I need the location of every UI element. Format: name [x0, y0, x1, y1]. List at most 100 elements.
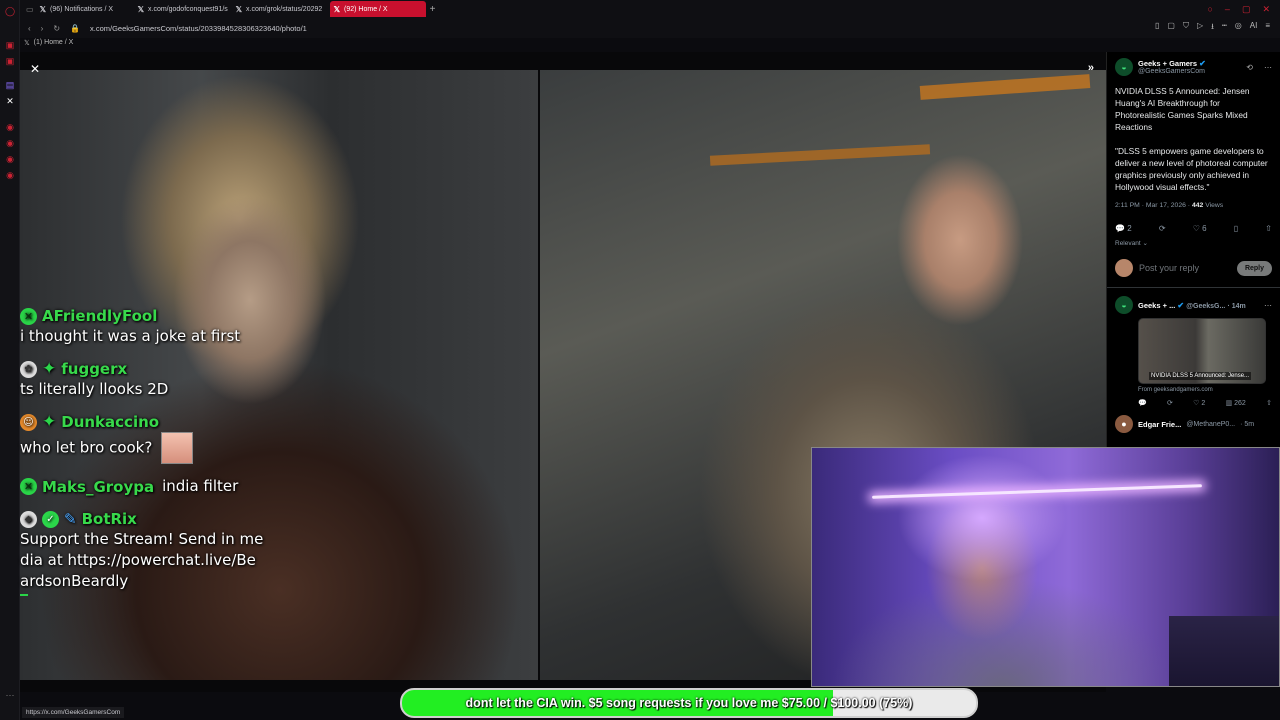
chat-message: ✕ Maks_Groypa india filter: [20, 476, 290, 497]
author-name[interactable]: Geeks + Gamers ✔: [1138, 59, 1206, 68]
retweet-icon[interactable]: ⟳: [1167, 399, 1173, 407]
sidebar-app-icon[interactable]: ◉: [5, 122, 15, 132]
search-icon[interactable]: ○: [1207, 4, 1212, 15]
close-badge-icon: ✕: [20, 478, 37, 495]
author-name[interactable]: Edgar Frie...: [1138, 420, 1181, 429]
reply-tweet-header: ◒ Geeks + ... ✔ @GeeksG... · 14m ⋯: [1115, 296, 1272, 314]
card-caption: NVIDIA DLSS 5 Announced: Jense...: [1149, 372, 1252, 380]
opera-logo-icon[interactable]: ◯: [5, 6, 15, 16]
avatar[interactable]: ●: [1115, 415, 1133, 433]
wrench-badge-icon: ✎: [64, 510, 77, 528]
donation-text: dont let the CIA win. $5 song requests i…: [465, 696, 913, 710]
tweet-actions: 💬 2 ⟳ ♡ 6 ▯ ⇧: [1115, 224, 1272, 233]
chat-username: ✕ Maks_Groypa: [20, 477, 154, 497]
forward-icon[interactable]: ›: [41, 24, 44, 33]
reply-icon[interactable]: 💬: [1138, 399, 1147, 407]
download-icon[interactable]: ⭳: [1211, 21, 1214, 35]
address-bar: ‹ › ↻ 🔒 x.com/GeeksGamersCom/status/2033…: [20, 18, 1280, 38]
reply-action[interactable]: 💬 2: [1115, 224, 1132, 233]
maximize-button[interactable]: ▢: [1242, 4, 1251, 15]
sort-relevant[interactable]: Relevant ⌄: [1115, 239, 1272, 247]
tab-home[interactable]: 𝕏 (92) Home / X: [329, 1, 426, 17]
expand-icon[interactable]: »: [1088, 62, 1094, 74]
tab-godofconquest[interactable]: 𝕏x.com/godofconquest91/s: [134, 1, 230, 17]
grok-icon[interactable]: ⟲: [1246, 63, 1253, 72]
username: Dunkaccino: [61, 413, 160, 431]
x-icon[interactable]: ✕: [5, 96, 15, 106]
back-icon[interactable]: ‹: [28, 24, 31, 33]
author-name[interactable]: Geeks + ... ✔ @GeeksG... · 14m: [1138, 301, 1246, 310]
browser-sidebar: ◯ ▣ ▣ ▤ ✕ ◉ ◉ ◉ ◉ ⋯: [0, 0, 20, 720]
twitch-icon[interactable]: ▤: [5, 80, 15, 90]
chat-text: Support the Stream! Send in media at htt…: [20, 530, 264, 590]
scene-beam: [709, 144, 931, 166]
tab-grok-status[interactable]: 𝕏x.com/grok/status/20292: [232, 1, 328, 17]
author-handle[interactable]: @GeeksGamersCom: [1138, 68, 1206, 75]
tab-notifications[interactable]: 𝕏 (96) Notifications / X: [36, 1, 132, 17]
tab-label: x.com/godofconquest91/s: [148, 5, 228, 13]
link-card[interactable]: NVIDIA DLSS 5 Announced: Jense...: [1138, 318, 1266, 384]
breadcrumb-label[interactable]: (1) Home / X: [34, 39, 74, 51]
url-field[interactable]: x.com/GeeksGamersCom/status/203398452830…: [90, 24, 307, 33]
card-source[interactable]: From geeksandgamers.com: [1138, 387, 1272, 393]
avatar[interactable]: ◒: [1115, 296, 1133, 314]
window-controls: ○ – ▢ ✕: [1207, 4, 1280, 15]
verified-icon: ✔: [1199, 59, 1206, 68]
tweet-panel: ◒ Geeks + Gamers ✔ @GeeksGamersCom ⟲ ⋯ N…: [1106, 52, 1280, 447]
menu-icon[interactable]: ≡: [1265, 21, 1270, 35]
sidebar-app-icon[interactable]: ◉: [5, 170, 15, 180]
bookmark-icon[interactable]: ▯: [1155, 21, 1159, 35]
badge-icon: ☺: [20, 413, 37, 431]
avatar[interactable]: ◒: [1115, 58, 1133, 76]
ai-button[interactable]: AI: [1250, 21, 1258, 35]
tweet-meta: 2:11 PM · Mar 17, 2026 · 442 Views: [1115, 202, 1224, 209]
like-action[interactable]: ♡ 2: [1193, 399, 1205, 407]
tweet-quote: "DLSS 5 empowers game developers to deli…: [1115, 146, 1268, 192]
chat-username: ◆ ✓ ✎ BotRix: [20, 509, 290, 529]
more-icon[interactable]: ⋯: [1264, 63, 1272, 72]
neon-light: [872, 484, 1202, 499]
author-handle[interactable]: @MethaneP0...: [1186, 421, 1235, 428]
extensions-icon[interactable]: ┅: [1222, 21, 1227, 35]
views-action[interactable]: ▥ 262: [1226, 399, 1246, 407]
new-tab-button[interactable]: +: [430, 4, 436, 15]
snapshot-icon[interactable]: ▢: [1167, 21, 1175, 35]
chat-text: who let bro cook?: [20, 438, 153, 457]
reply-input[interactable]: Post your reply: [1139, 263, 1231, 273]
sidebar-app-icon[interactable]: ◉: [5, 138, 15, 148]
pin-icon[interactable]: ◎: [1235, 21, 1242, 35]
more-icon[interactable]: ⋯: [5, 690, 15, 700]
reply-button[interactable]: Reply: [1236, 260, 1272, 276]
like-action[interactable]: ♡ 6: [1193, 224, 1207, 233]
username: fuggerx: [61, 360, 128, 378]
sidebar-app-icon[interactable]: ▣: [5, 40, 15, 50]
scene-beam: [919, 74, 1091, 100]
tweet-age: · 5m: [1240, 420, 1255, 428]
close-badge-icon: ✕: [20, 307, 37, 325]
close-photo-button[interactable]: ✕: [30, 62, 40, 76]
star-badge-icon: ✦: [42, 359, 57, 379]
username: AFriendlyFool: [42, 307, 158, 325]
x-icon: 𝕏: [235, 4, 243, 14]
tab-label: (96) Notifications / X: [50, 5, 114, 13]
share-icon[interactable]: ⇧: [1266, 399, 1272, 407]
sidebar-app-icon[interactable]: ▣: [5, 56, 15, 66]
bookmark-icon[interactable]: ▯: [1234, 224, 1238, 233]
reload-icon[interactable]: ↻: [53, 24, 60, 33]
shield-icon[interactable]: ⛉: [1183, 21, 1189, 35]
more-icon[interactable]: ⋯: [1264, 301, 1272, 310]
badge-icon: ◆: [20, 510, 37, 528]
chat-text: i thought it was a joke at first: [20, 327, 241, 345]
tab-menu-icon[interactable]: ▭: [26, 5, 34, 14]
minimize-button[interactable]: –: [1225, 4, 1230, 15]
chat-username: ☺ ✦ Dunkaccino: [20, 412, 290, 432]
verified-badge-icon: ✓: [42, 510, 59, 528]
close-window-button[interactable]: ✕: [1262, 4, 1270, 15]
address-tools: ▯ ▢ ⛉ ▷ ⭳ ┅ ◎ AI ≡: [1155, 21, 1280, 35]
retweet-icon[interactable]: ⟳: [1159, 224, 1166, 233]
share-icon[interactable]: ⇧: [1265, 224, 1272, 233]
play-icon[interactable]: ▷: [1197, 21, 1203, 35]
chat-text: ts literally llooks 2D: [20, 380, 169, 398]
chat-message: ✿ ✦ fuggerx ts literally llooks 2D: [20, 359, 290, 400]
sidebar-app-icon[interactable]: ◉: [5, 154, 15, 164]
